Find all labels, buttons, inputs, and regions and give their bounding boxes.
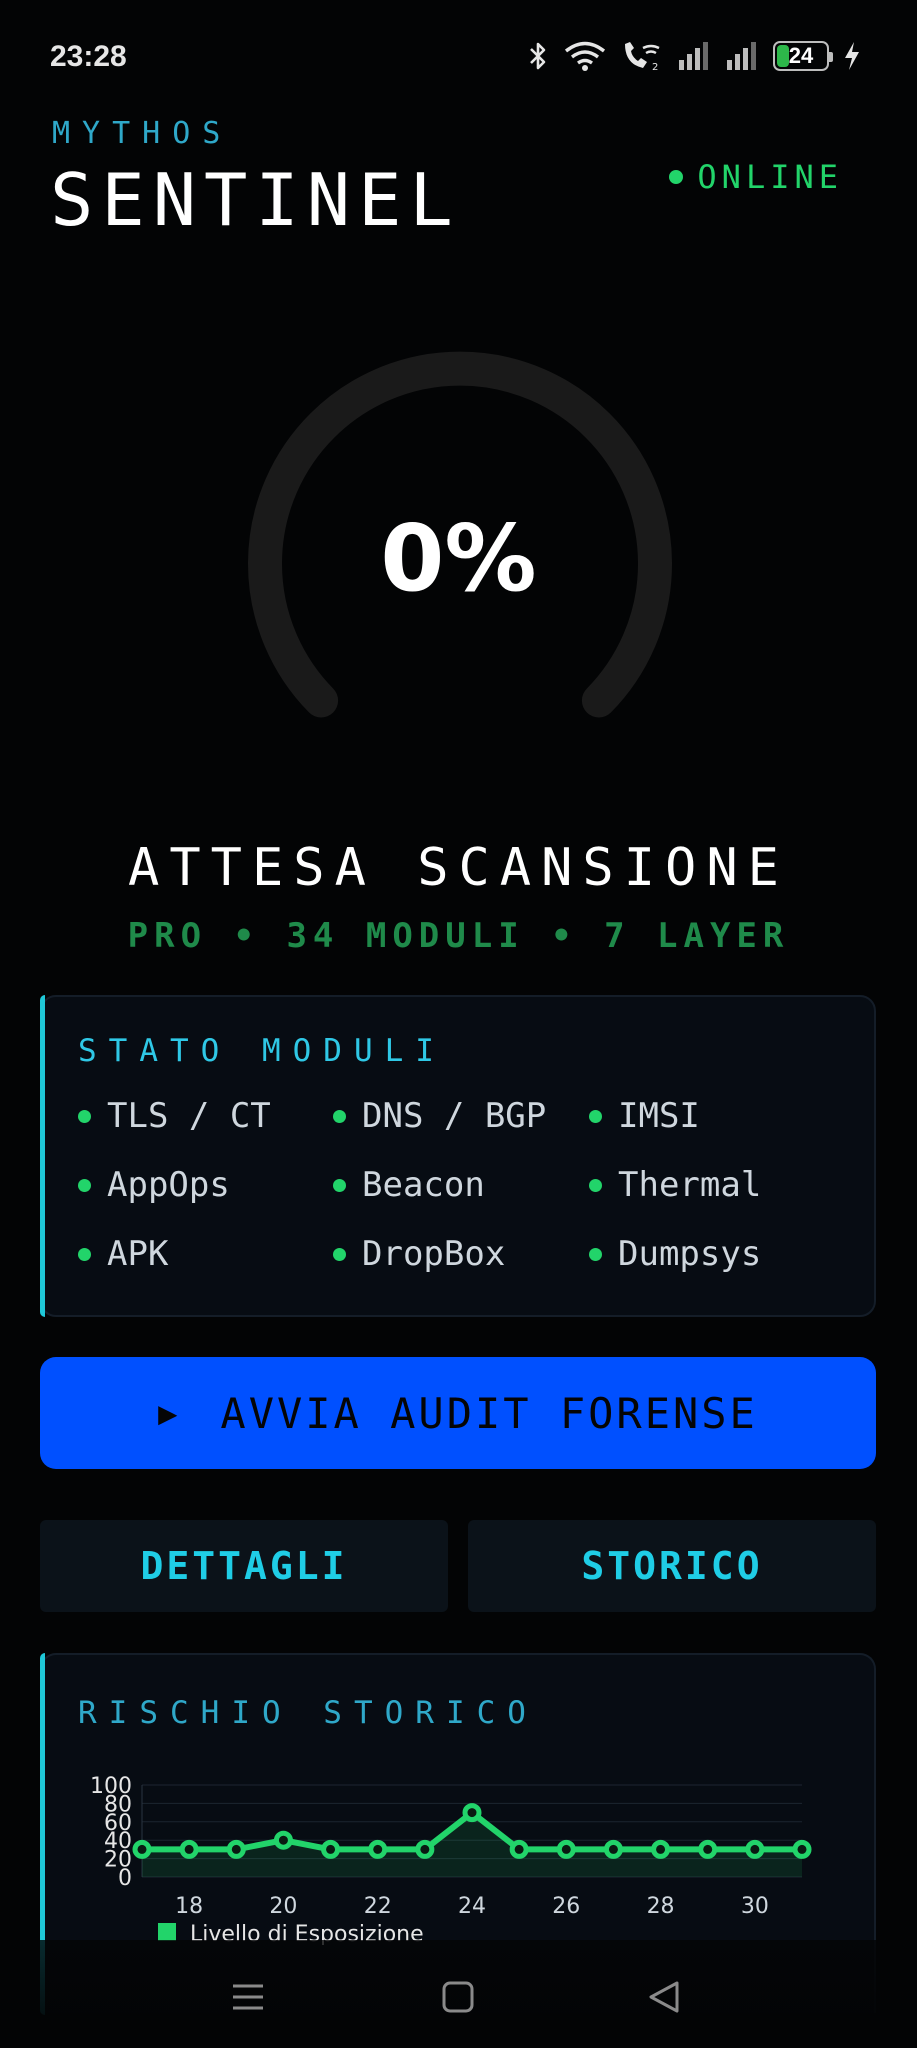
gauge-value: 0% (380, 505, 537, 612)
module-item: AppOps (78, 1165, 333, 1205)
risk-history-title: RISCHIO STORICO (78, 1695, 538, 1731)
play-icon: ▶ (158, 1394, 181, 1432)
data-point (179, 1839, 199, 1859)
legend-swatch (158, 1923, 176, 1941)
data-point (698, 1839, 718, 1859)
start-audit-label: AVVIA AUDIT FORENSE (220, 1388, 758, 1438)
module-label: DNS / BGP (362, 1096, 547, 1136)
module-label: Dumpsys (618, 1234, 762, 1274)
data-point (745, 1839, 765, 1859)
risk-history-chart: 10080604020018 20 22 24 26 28 30Livello di Esp… (90, 1774, 812, 1945)
data-point (651, 1839, 671, 1859)
start-audit-button[interactable]: ▶ AVVIA AUDIT FORENSE (40, 1357, 876, 1469)
data-point (132, 1839, 152, 1859)
status-dot-icon (669, 170, 684, 184)
module-status-dot-icon (78, 1178, 91, 1192)
x-tick-label: 26 (552, 1894, 580, 1919)
module-item: APK (78, 1234, 333, 1274)
battery-icon: 24 (773, 41, 833, 71)
module-status-dot-icon (333, 1247, 346, 1261)
data-point (321, 1839, 341, 1859)
scan-subtitle: PRO • 34 MODULI • 7 LAYER (127, 916, 790, 956)
back-icon[interactable] (647, 1980, 681, 2014)
connection-status: ONLINE (669, 158, 843, 196)
data-point (603, 1839, 623, 1859)
modules-panel: STATO MODULI TLS / CT DNS / BGP IMSI App… (40, 995, 876, 1317)
scan-status: ATTESA SCANSIONE (128, 838, 789, 898)
module-label: TLS / CT (107, 1096, 271, 1136)
module-label: Beacon (362, 1165, 485, 1205)
module-item: DNS / BGP (333, 1096, 589, 1136)
y-tick-label: 0 (118, 1866, 132, 1891)
status-time: 23:28 (50, 40, 127, 73)
connection-status-label: ONLINE (697, 158, 843, 196)
module-item: DropBox (333, 1234, 589, 1274)
home-icon[interactable] (441, 1980, 475, 2014)
modules-panel-title: STATO MODULI (78, 1033, 446, 1069)
module-item: Thermal (589, 1165, 849, 1205)
data-point (509, 1839, 529, 1859)
data-point (792, 1839, 812, 1859)
module-item: TLS / CT (78, 1096, 333, 1136)
signal-icon (727, 42, 756, 70)
bluetooth-icon (530, 42, 546, 70)
module-label: AppOps (107, 1165, 230, 1205)
module-status-dot-icon (78, 1109, 91, 1123)
x-tick-label: 30 (741, 1894, 769, 1919)
x-tick-label: 28 (647, 1894, 675, 1919)
module-label: APK (107, 1234, 169, 1274)
svg-text:2: 2 (652, 62, 658, 72)
data-point (415, 1839, 435, 1859)
x-tick-label: 22 (364, 1894, 392, 1919)
charging-icon (845, 42, 859, 70)
module-item: Dumpsys (589, 1234, 849, 1274)
details-button[interactable]: DETTAGLI (40, 1520, 448, 1612)
data-point (556, 1839, 576, 1859)
status-icons: 2 24 (527, 40, 861, 72)
x-tick-label: 20 (269, 1894, 297, 1919)
module-label: IMSI (618, 1096, 700, 1136)
module-status-dot-icon (333, 1109, 346, 1123)
module-label: Thermal (618, 1165, 762, 1205)
data-point (462, 1803, 482, 1823)
modules-list: TLS / CT DNS / BGP IMSI AppOps Beacon Th… (78, 1096, 858, 1274)
wifi-calling-icon: 2 (625, 42, 660, 72)
system-navigation-bar (0, 1940, 917, 2048)
data-point (368, 1839, 388, 1859)
data-point (273, 1830, 293, 1850)
module-status-dot-icon (333, 1178, 346, 1192)
module-status-dot-icon (589, 1178, 602, 1192)
module-status-dot-icon (78, 1247, 91, 1261)
history-button[interactable]: STORICO (468, 1520, 876, 1612)
battery-level: 24 (788, 43, 814, 68)
data-point (226, 1839, 246, 1859)
module-status-dot-icon (589, 1247, 602, 1261)
x-tick-label: 24 (458, 1894, 486, 1919)
module-item: Beacon (333, 1165, 589, 1205)
signal-icon (679, 42, 708, 70)
recent-apps-icon[interactable] (231, 1980, 265, 2014)
brand-subtitle: MYTHOS (52, 116, 233, 151)
module-item: IMSI (589, 1096, 849, 1136)
x-tick-label: 18 (175, 1894, 203, 1919)
module-status-dot-icon (589, 1109, 602, 1123)
status-bar: 23:28 2 24 (0, 0, 917, 118)
app-title: SENTINEL (50, 158, 461, 242)
module-label: DropBox (362, 1234, 506, 1274)
wifi-icon (564, 41, 606, 71)
